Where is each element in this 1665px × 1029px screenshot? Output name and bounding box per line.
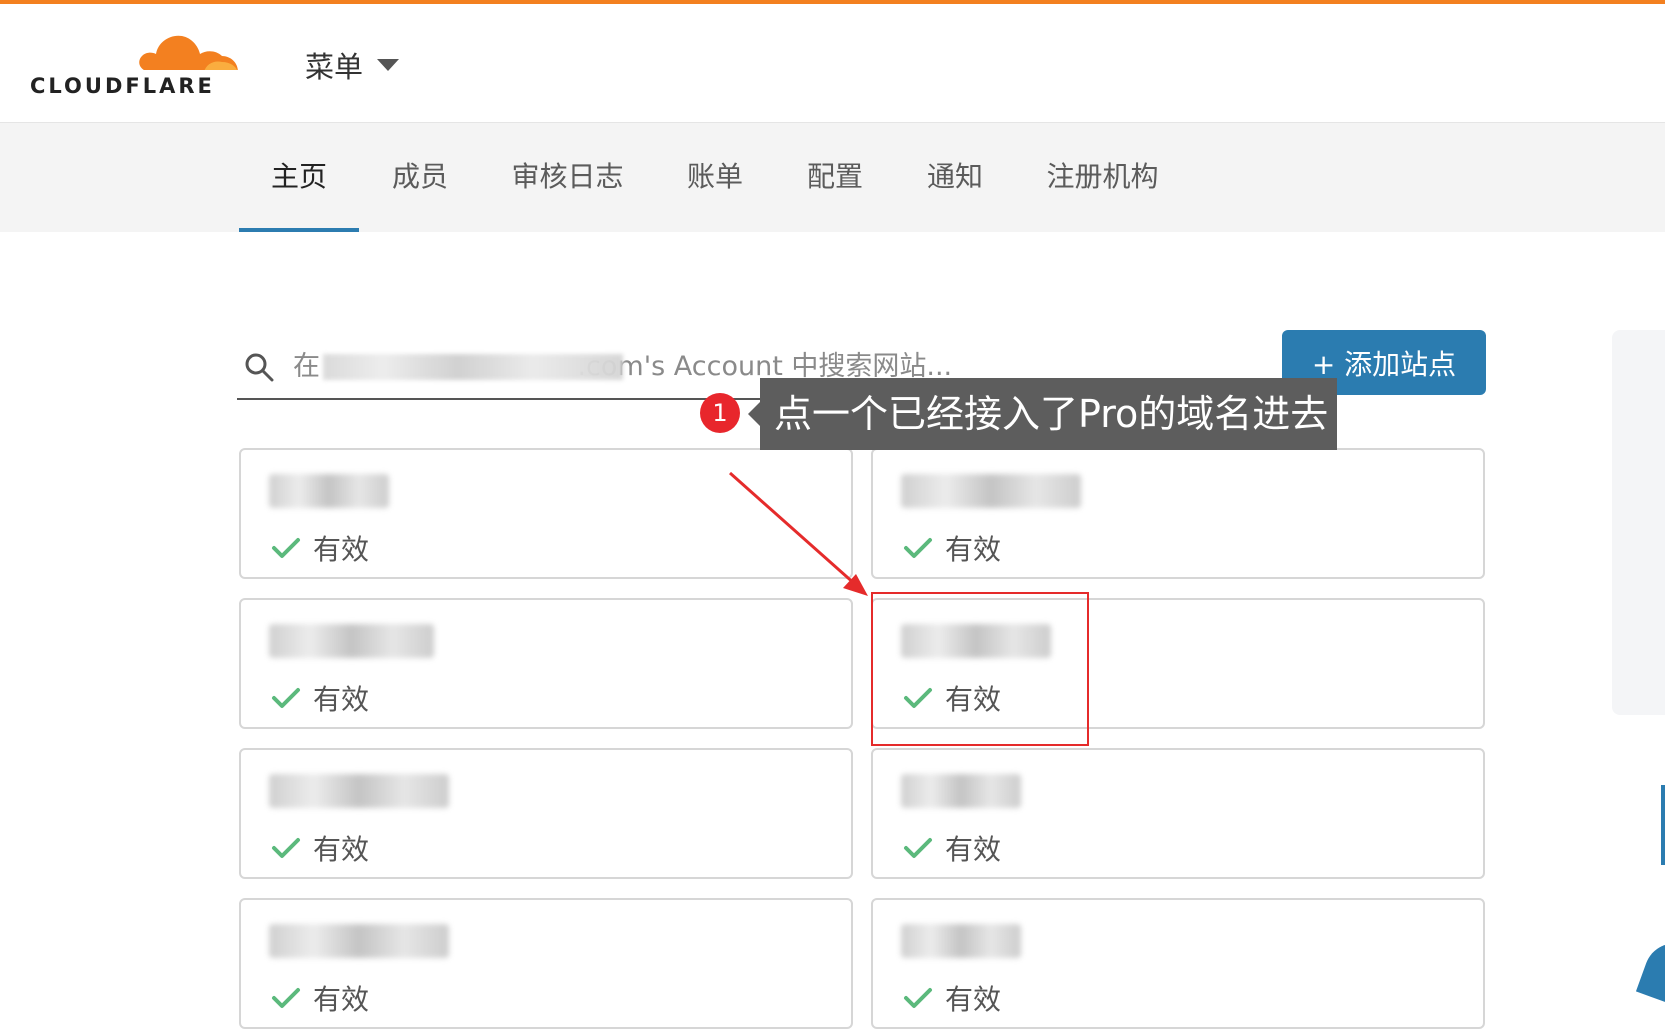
check-icon: [272, 988, 300, 1008]
site-card[interactable]: 有效: [871, 898, 1485, 1029]
site-card[interactable]: 有效: [239, 598, 853, 729]
check-icon: [272, 688, 300, 708]
check-icon: [904, 538, 932, 558]
tab-billing[interactable]: 账单: [670, 123, 760, 232]
annotation-tooltip: 点一个已经接入了Pro的域名进去: [748, 378, 1337, 450]
site-card[interactable]: 有效: [239, 448, 853, 579]
status-label: 有效: [313, 833, 370, 866]
status-label: 有效: [313, 983, 370, 1016]
site-status: 有效: [271, 528, 369, 568]
help-widget[interactable]: [1635, 934, 1665, 1006]
tab-audit-log[interactable]: 审核日志: [500, 123, 635, 232]
search-icon: [245, 353, 274, 382]
status-label: 有效: [313, 683, 370, 716]
status-label: 有效: [945, 533, 1002, 566]
site-card[interactable]: 有效: [871, 748, 1485, 879]
site-card[interactable]: 有效: [239, 898, 853, 1029]
caret-down-icon: [377, 59, 400, 71]
annotation-step-badge: 1: [700, 393, 740, 433]
redacted-domain: [901, 474, 1081, 508]
tab-home[interactable]: 主页: [239, 123, 359, 232]
site-status: 有效: [903, 828, 1001, 868]
site-card[interactable]: 有效: [871, 448, 1485, 579]
site-status: 有效: [271, 828, 369, 868]
top-header: CLOUDFLARE 菜单: [0, 4, 1665, 123]
site-status: 有效: [903, 528, 1001, 568]
redacted-domain: [269, 774, 449, 808]
scrollbar-thumb[interactable]: [1661, 785, 1665, 865]
check-icon: [904, 838, 932, 858]
site-status: 有效: [271, 678, 369, 718]
site-status: 有效: [271, 978, 369, 1018]
menu-label: 菜单: [305, 50, 364, 84]
redacted-domain: [269, 474, 389, 508]
cloud-icon: [138, 35, 240, 74]
tab-configuration[interactable]: 配置: [790, 123, 880, 232]
redacted-account-name: [323, 354, 623, 380]
redacted-domain: [901, 924, 1021, 958]
redacted-domain: [269, 624, 434, 658]
tab-notifications[interactable]: 通知: [910, 123, 1000, 232]
site-card[interactable]: 有效: [239, 748, 853, 879]
site-status: 有效: [903, 978, 1001, 1018]
annotation-highlight-box: [871, 592, 1089, 746]
logo-wordmark: CLOUDFLARE: [30, 74, 215, 98]
status-label: 有效: [313, 533, 370, 566]
check-icon: [904, 988, 932, 1008]
redacted-domain: [269, 924, 449, 958]
redacted-domain: [901, 774, 1021, 808]
status-label: 有效: [945, 983, 1002, 1016]
right-side-panel: [1612, 330, 1665, 715]
tab-registrar[interactable]: 注册机构: [1035, 123, 1170, 232]
account-tabs: 主页 成员 审核日志 账单 配置 通知 注册机构: [0, 123, 1665, 232]
tab-members[interactable]: 成员: [375, 123, 465, 232]
status-label: 有效: [945, 833, 1002, 866]
check-icon: [272, 838, 300, 858]
check-icon: [272, 538, 300, 558]
cloudflare-logo[interactable]: CLOUDFLARE: [30, 24, 245, 104]
menu-dropdown[interactable]: 菜单: [305, 44, 400, 86]
